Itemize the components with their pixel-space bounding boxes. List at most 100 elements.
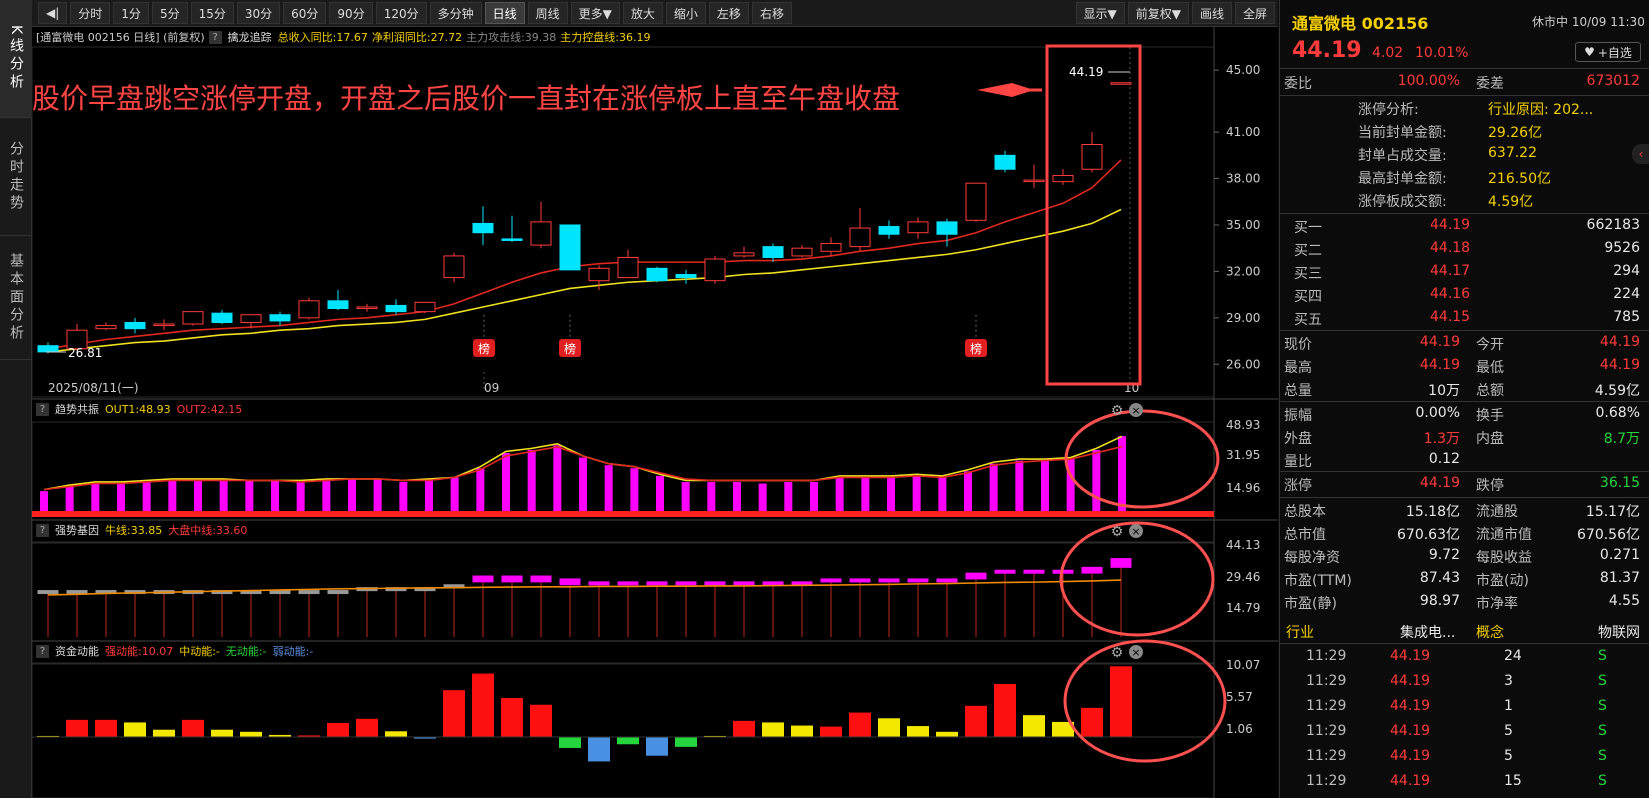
quote-cell: 785 [1613, 309, 1640, 325]
help-icon[interactable]: ? [36, 402, 49, 416]
toolbar-right-button[interactable]: 全屏 [1234, 2, 1275, 24]
strong-box [878, 578, 900, 583]
fund-bar [762, 722, 784, 737]
quote-cell: 670.56亿 [1577, 527, 1640, 543]
period-button[interactable]: 放大 [622, 2, 663, 24]
strong-box [791, 581, 813, 586]
quote-cell: 11:29 [1306, 673, 1347, 689]
left-nav: K线分析 分时走势 基本面分析 [0, 0, 32, 798]
period-button[interactable]: 更多▼ [570, 2, 620, 24]
quote-cell: 市盈(TTM) [1284, 573, 1352, 589]
quote-cell: 100.00% [1397, 73, 1460, 89]
trend-bar [450, 477, 459, 511]
trend-bar [296, 481, 305, 511]
candle-body [95, 325, 117, 330]
period-button[interactable]: 1分 [113, 2, 149, 24]
period-button[interactable]: 90分 [329, 2, 373, 24]
strong-box [327, 590, 349, 595]
strong-box [559, 578, 581, 586]
trend-bar [476, 468, 485, 511]
limit-row: 最高封单金额: 216.50亿 [1280, 165, 1649, 189]
panel1-name[interactable]: 趋势共振 [55, 401, 99, 417]
help-icon[interactable]: ? [36, 644, 49, 658]
period-button[interactable]: 15分 [190, 2, 234, 24]
candle-body [1081, 144, 1103, 170]
period-button[interactable]: 120分 [375, 2, 427, 24]
collapse-button[interactable]: ◀| [38, 2, 68, 24]
quote-cell: 买一 [1294, 220, 1322, 236]
panel3-name[interactable]: 资金动能 [55, 643, 99, 659]
period-button[interactable]: 右移 [751, 2, 792, 24]
period-button[interactable]: 多分钟 [429, 2, 482, 24]
strong-box [994, 569, 1016, 574]
trend-bar [527, 449, 536, 511]
strong-box [936, 578, 958, 583]
toolbar-right-button[interactable]: 显示▼ [1075, 2, 1125, 24]
candle-body [182, 311, 204, 325]
quote-cell: 15.18亿 [1405, 504, 1460, 520]
toolbar-right-button[interactable]: 前复权▼ [1127, 2, 1189, 24]
strong-box [472, 575, 494, 583]
fund-bar [849, 712, 871, 737]
strong-box [588, 581, 610, 586]
period-button[interactable]: 周线 [527, 2, 568, 24]
trend-bar [1092, 449, 1101, 511]
tick-row: 11:29 44.19 5 S [1280, 720, 1649, 744]
bang-label: 榜 [478, 341, 490, 356]
panel2-name[interactable]: 强势基因 [55, 522, 99, 538]
strong-box [849, 578, 871, 583]
chart-area[interactable]: [通富微电 002156 日线] (前复权) ? 擒龙追踪 总收入同比:17.6… [32, 27, 1278, 798]
help-icon[interactable]: ? [36, 523, 49, 537]
quote-cell: 集成电... [1400, 625, 1456, 641]
trend-bar [65, 486, 74, 511]
quote-cell: 11:29 [1306, 748, 1347, 764]
quote-cell: 294 [1613, 263, 1640, 279]
bid-row: 买一 44.19 662183 [1280, 214, 1649, 238]
trend-bar [964, 471, 972, 511]
quote-cell: 44.18 [1430, 240, 1471, 256]
quote-cell: S [1598, 773, 1607, 789]
candle-body [559, 224, 581, 271]
quote-cell: 44.19 [1430, 217, 1471, 233]
fund-bar [646, 737, 668, 756]
quote-cell: 44.19 [1390, 673, 1431, 689]
quote-cell: 行业原因: 202... [1488, 102, 1594, 118]
strong-box [66, 590, 88, 595]
fund-bar [820, 726, 842, 737]
stat-row: 每股净资 9.72 每股收益 0.271 [1280, 544, 1649, 568]
add-watchlist-button[interactable]: ♥ +自选 [1575, 42, 1641, 62]
stat-row: 现价 44.19 今开 44.19 [1280, 331, 1649, 355]
panel3-tick: 5.57 [1226, 690, 1253, 704]
period-button[interactable]: 缩小 [665, 2, 706, 24]
panel1-tick: 31.95 [1226, 448, 1260, 462]
candle-body [501, 238, 523, 241]
quote-cell: 市盈(静) [1284, 596, 1337, 612]
collapse-panel-icon[interactable]: ‹ [1632, 144, 1649, 164]
candle-body [211, 312, 233, 323]
candle-body [472, 222, 494, 234]
period-button[interactable]: 5分 [151, 2, 188, 24]
bid-row: 买五 44.15 785 [1280, 306, 1649, 330]
period-button[interactable]: 日线 [484, 2, 525, 24]
toolbar-right-button[interactable]: 画线 [1191, 2, 1232, 24]
candle-body [327, 300, 349, 310]
price-tick: 32.00 [1226, 264, 1260, 278]
fund-bar [617, 737, 639, 745]
period-button[interactable]: 左移 [708, 2, 749, 24]
period-button[interactable]: 60分 [283, 2, 327, 24]
nav-kline[interactable]: K线分析 [0, 0, 32, 118]
nav-fundamental[interactable]: 基本面分析 [0, 236, 32, 360]
period-button[interactable]: 分时 [70, 2, 111, 24]
quote-cell: 买四 [1294, 289, 1322, 305]
trend-bar [322, 480, 331, 511]
quote-cell: 10万 [1428, 383, 1460, 399]
fund-bar [211, 729, 233, 737]
quote-cell: 跌停 [1476, 478, 1504, 494]
stat-row: 涨停 44.19 跌停 36.15 [1280, 472, 1649, 496]
trend-bar [1015, 460, 1024, 511]
period-button[interactable]: 30分 [236, 2, 281, 24]
quote-cell: 637.22 [1488, 145, 1537, 161]
nav-timeshare[interactable]: 分时走势 [0, 118, 32, 236]
bid-row: 买四 44.16 224 [1280, 283, 1649, 307]
candle-body [820, 243, 842, 252]
